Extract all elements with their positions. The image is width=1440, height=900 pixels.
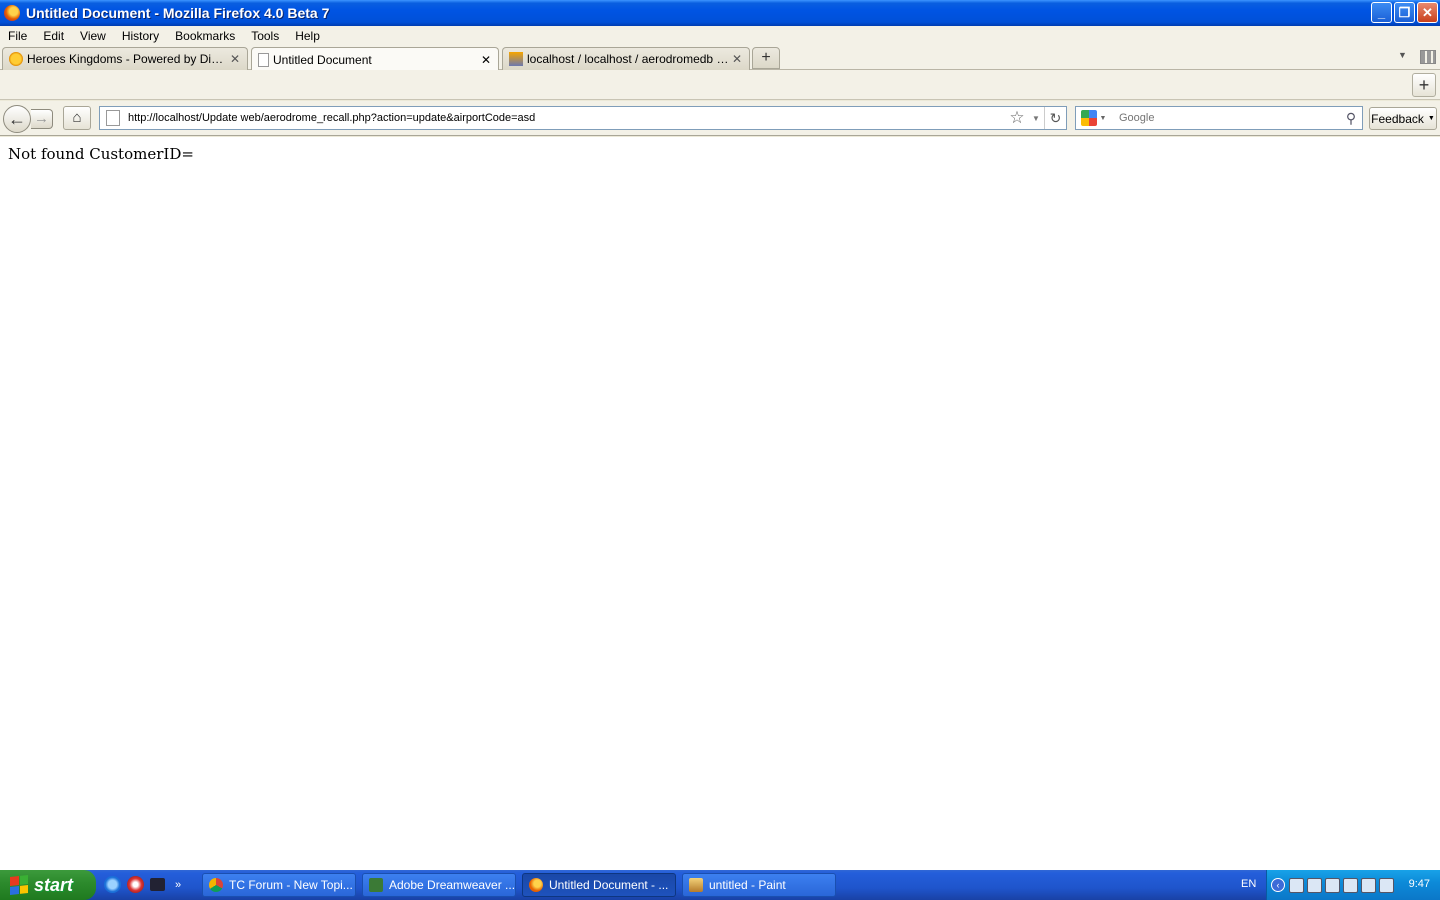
tab-strip: Heroes Kingdoms - Powered by Discuz! ✕ U… bbox=[0, 46, 1440, 71]
window-controls: _ ❐ ✕ bbox=[1371, 2, 1438, 23]
close-tab-icon[interactable]: ✕ bbox=[227, 52, 243, 66]
menu-help[interactable]: Help bbox=[295, 29, 320, 43]
feedback-label: Feedback bbox=[1371, 111, 1424, 126]
reload-icon[interactable]: ↻ bbox=[1044, 107, 1066, 129]
notification-icon[interactable] bbox=[1361, 877, 1376, 893]
page-message: Not found CustomerID= bbox=[8, 145, 194, 163]
task-label: Adobe Dreamweaver ... bbox=[389, 878, 515, 892]
menu-tools[interactable]: Tools bbox=[251, 29, 279, 43]
language-indicator[interactable]: EN bbox=[1241, 878, 1256, 890]
start-button[interactable]: start bbox=[0, 870, 96, 900]
restore-button[interactable]: ❐ bbox=[1394, 2, 1415, 23]
close-button[interactable]: ✕ bbox=[1417, 2, 1438, 23]
security-icon[interactable] bbox=[1307, 877, 1322, 893]
paint-icon bbox=[689, 878, 703, 892]
tab-heroes-kingdoms[interactable]: Heroes Kingdoms - Powered by Discuz! ✕ bbox=[2, 47, 248, 70]
page-content: Not found CustomerID= bbox=[0, 137, 1440, 870]
toolbar-row: + bbox=[0, 70, 1440, 100]
network-icon[interactable] bbox=[1289, 877, 1304, 893]
forward-button[interactable]: → bbox=[31, 109, 53, 129]
url-input[interactable] bbox=[128, 112, 1006, 124]
menu-bar: File Edit View History Bookmarks Tools H… bbox=[0, 26, 1440, 46]
page-icon bbox=[258, 52, 269, 67]
feedback-button[interactable]: Feedback ▼ bbox=[1369, 107, 1437, 130]
taskbar-item-dreamweaver[interactable]: Adobe Dreamweaver ... bbox=[362, 873, 516, 897]
bookmark-star-icon[interactable]: ☆ bbox=[1006, 108, 1028, 128]
search-bar[interactable]: ▼ ⚲ bbox=[1075, 106, 1363, 130]
taskbar-item-paint[interactable]: untitled - Paint bbox=[682, 873, 836, 897]
app-tray-icon[interactable] bbox=[1343, 877, 1358, 893]
tab-groups-icon[interactable] bbox=[1420, 50, 1436, 64]
start-label: start bbox=[34, 874, 74, 895]
dreamweaver-icon bbox=[369, 878, 383, 892]
task-label: Untitled Document - ... bbox=[549, 878, 669, 892]
google-icon[interactable] bbox=[1081, 110, 1097, 126]
tab-label: localhost / localhost / aerodromedb / ae… bbox=[527, 52, 729, 66]
phpmyadmin-icon bbox=[509, 52, 523, 66]
window-title: Untitled Document - Mozilla Firefox 4.0 … bbox=[26, 5, 330, 21]
tab-label: Heroes Kingdoms - Powered by Discuz! bbox=[27, 52, 227, 66]
task-label: untitled - Paint bbox=[709, 878, 786, 892]
media-player-icon[interactable] bbox=[127, 876, 144, 893]
menu-view[interactable]: View bbox=[80, 29, 106, 43]
windows-logo-icon bbox=[10, 875, 28, 895]
list-all-tabs-icon[interactable]: ▼ bbox=[1398, 50, 1407, 60]
minimize-button[interactable]: _ bbox=[1371, 2, 1392, 23]
add-icon[interactable]: + bbox=[1412, 73, 1436, 97]
page-icon bbox=[106, 110, 120, 126]
chevron-down-icon: ▼ bbox=[1427, 115, 1435, 122]
menu-history[interactable]: History bbox=[122, 29, 159, 43]
search-icon[interactable]: ⚲ bbox=[1340, 110, 1362, 127]
discuz-icon bbox=[9, 52, 23, 66]
chevron-left-icon[interactable]: ‹ bbox=[1271, 878, 1285, 892]
close-tab-icon[interactable]: ✕ bbox=[729, 52, 745, 66]
chevron-right-icon[interactable]: » bbox=[175, 879, 181, 891]
back-button[interactable]: ← bbox=[3, 105, 31, 133]
show-desktop-icon[interactable] bbox=[150, 878, 165, 891]
window-title-bar: Untitled Document - Mozilla Firefox 4.0 … bbox=[0, 0, 1440, 26]
clock: 9:47 bbox=[1408, 878, 1430, 890]
menu-edit[interactable]: Edit bbox=[43, 29, 64, 43]
volume-icon[interactable] bbox=[1379, 877, 1394, 893]
display-icon[interactable] bbox=[1325, 877, 1340, 893]
close-tab-icon[interactable]: ✕ bbox=[478, 53, 494, 67]
history-dropdown-icon[interactable]: ▼ bbox=[1028, 114, 1044, 123]
menu-file[interactable]: File bbox=[8, 29, 27, 43]
quick-launch: » bbox=[104, 876, 181, 893]
taskbar: start » TC Forum - New Topi... Adobe Dre… bbox=[0, 870, 1440, 900]
tray-icons bbox=[1289, 877, 1394, 893]
internet-explorer-icon[interactable] bbox=[104, 876, 121, 893]
chrome-icon bbox=[209, 878, 223, 892]
taskbar-item-firefox[interactable]: Untitled Document - ... bbox=[522, 873, 676, 897]
firefox-icon bbox=[4, 5, 20, 21]
home-button[interactable]: ⌂ bbox=[63, 106, 91, 130]
navigation-bar: ← → ⌂ ☆ ▼ ↻ ▼ ⚲ Feedback ▼ bbox=[0, 101, 1440, 136]
system-tray: EN ‹ 9:47 bbox=[1241, 870, 1440, 900]
search-engine-dropdown-icon[interactable]: ▼ bbox=[1097, 115, 1109, 122]
url-bar[interactable]: ☆ ▼ ↻ bbox=[99, 106, 1067, 130]
tab-untitled-document[interactable]: Untitled Document ✕ bbox=[251, 47, 499, 71]
tab-phpmyadmin[interactable]: localhost / localhost / aerodromedb / ae… bbox=[502, 47, 750, 70]
menu-bookmarks[interactable]: Bookmarks bbox=[175, 29, 235, 43]
task-label: TC Forum - New Topi... bbox=[229, 878, 353, 892]
search-input[interactable] bbox=[1119, 112, 1340, 124]
new-tab-button[interactable]: + bbox=[752, 47, 780, 69]
tab-label: Untitled Document bbox=[273, 52, 372, 67]
taskbar-item-tc-forum[interactable]: TC Forum - New Topi... bbox=[202, 873, 356, 897]
firefox-icon bbox=[529, 878, 543, 892]
